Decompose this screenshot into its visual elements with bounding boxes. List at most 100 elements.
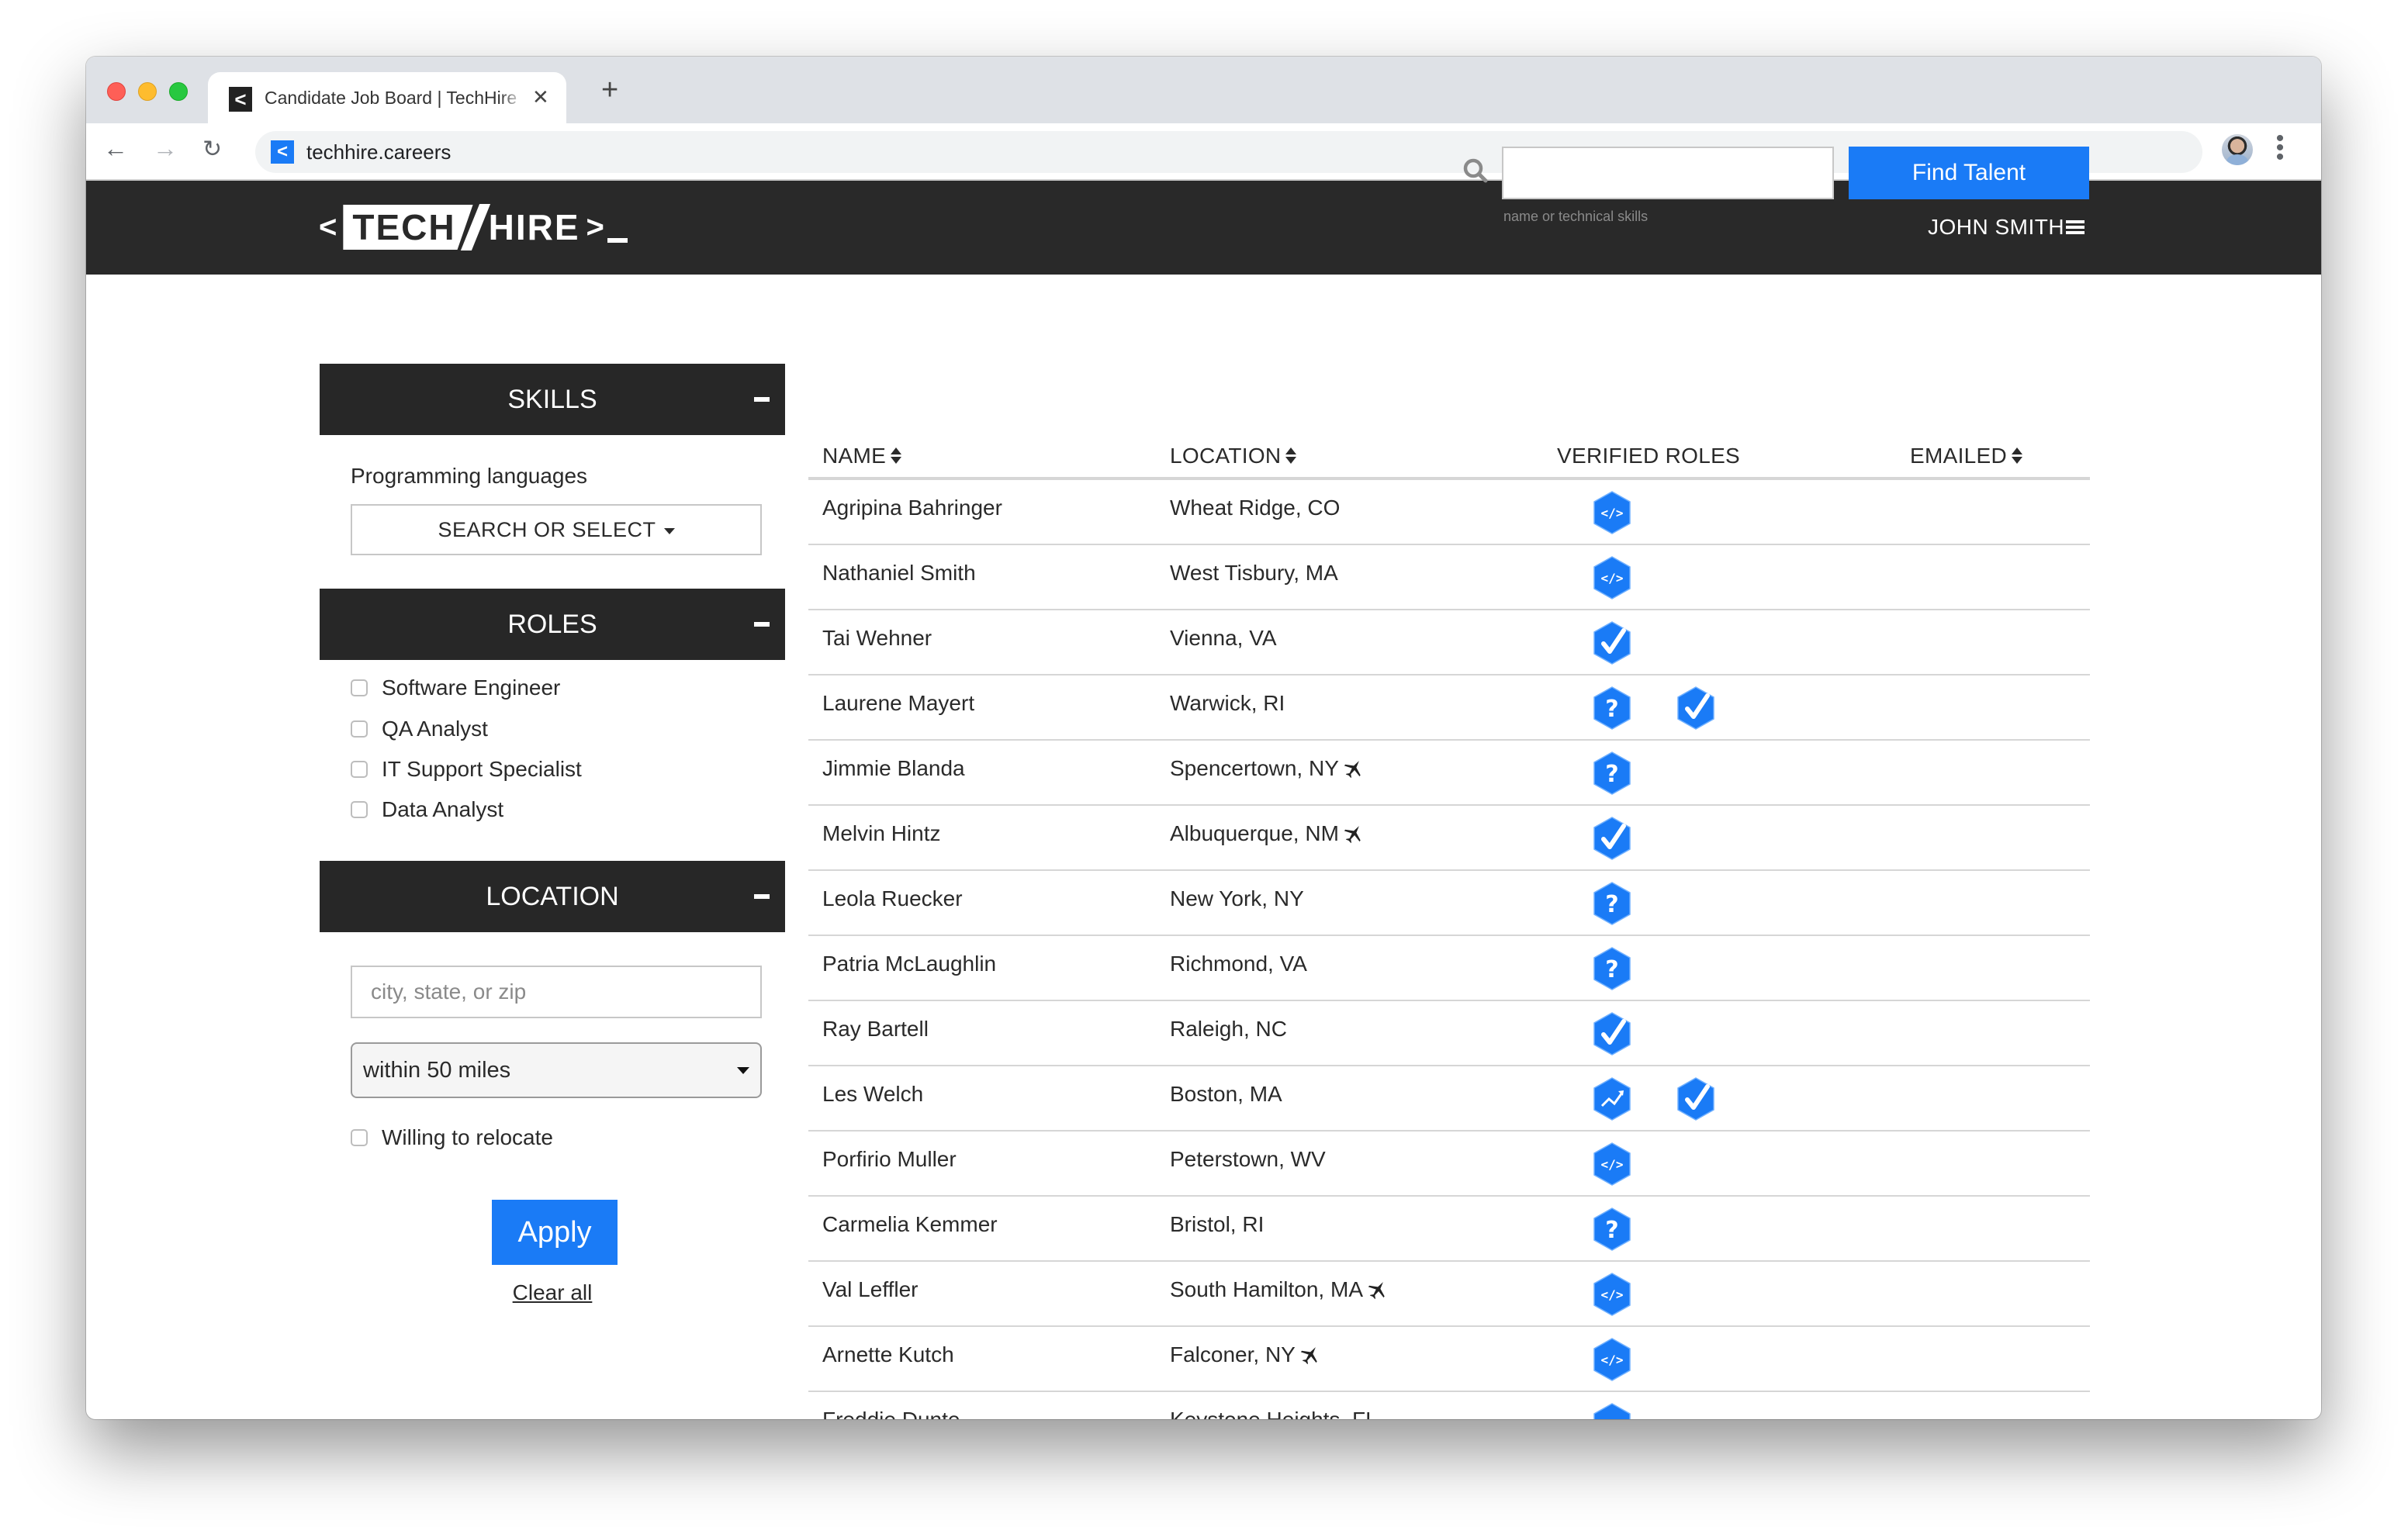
candidate-name[interactable]: Tai Wehner xyxy=(822,626,932,651)
minimize-window-button[interactable] xyxy=(138,82,157,101)
browser-menu-icon[interactable]: • • • xyxy=(2272,127,2288,169)
analytics-role-badge-icon[interactable] xyxy=(1593,1077,1631,1121)
unknown-role-badge-icon[interactable]: ? xyxy=(1593,686,1631,730)
verified-roles: </> xyxy=(1593,1403,1676,1419)
location-section-header[interactable]: LOCATION xyxy=(320,861,785,932)
candidate-row[interactable]: Arnette Kutch Falconer, NY </> xyxy=(808,1327,2090,1392)
candidate-name[interactable]: Melvin Hintz xyxy=(822,821,940,846)
candidate-name[interactable]: Carmelia Kemmer xyxy=(822,1212,998,1237)
logo-right-bracket: > xyxy=(586,209,604,244)
verified-check-badge-icon[interactable] xyxy=(1593,621,1631,665)
verified-check-badge-icon[interactable] xyxy=(1593,817,1631,860)
unknown-role-badge-icon[interactable]: ? xyxy=(1593,947,1631,990)
close-tab-icon[interactable]: ✕ xyxy=(532,85,549,109)
verified-check-badge-icon[interactable] xyxy=(1676,686,1715,730)
sort-icon[interactable] xyxy=(2012,447,2023,465)
talent-search-input[interactable] xyxy=(1502,147,1834,199)
candidate-row[interactable]: Leola Ruecker New York, NY? xyxy=(808,871,2090,936)
candidate-row[interactable]: Freddie Dunte Keystone Heights, FL </> xyxy=(808,1392,2090,1419)
candidate-name[interactable]: Val Leffler xyxy=(822,1277,918,1302)
code-role-badge-icon[interactable]: </> xyxy=(1593,491,1631,534)
candidate-name[interactable]: Arnette Kutch xyxy=(822,1342,954,1367)
find-talent-button[interactable]: Find Talent xyxy=(1849,147,2089,199)
apply-button[interactable]: Apply xyxy=(492,1200,618,1265)
role-checkbox-software-engineer[interactable]: Software Engineer xyxy=(351,672,560,703)
role-checkbox-data-analyst[interactable]: Data Analyst xyxy=(351,794,503,825)
candidate-location: Boston, MA xyxy=(1170,1082,1282,1107)
code-role-badge-icon[interactable]: </> xyxy=(1593,1142,1631,1186)
candidate-name[interactable]: Nathaniel Smith xyxy=(822,561,976,586)
user-menu[interactable]: JOHN SMITH xyxy=(1928,215,2085,240)
browser-tab-active[interactable]: < Candidate Job Board | TechHire ✕ xyxy=(208,72,566,125)
willing-to-relocate-checkbox[interactable]: Willing to relocate xyxy=(351,1122,553,1153)
unknown-role-badge-icon[interactable]: ? xyxy=(1593,1208,1631,1251)
new-tab-button[interactable]: + xyxy=(601,74,618,107)
code-role-badge-icon[interactable]: </> xyxy=(1593,556,1631,599)
code-role-badge-icon[interactable]: </> xyxy=(1593,1273,1631,1316)
column-header-name[interactable]: NAME xyxy=(822,444,902,468)
collapse-minus-icon[interactable] xyxy=(754,622,770,627)
location-input[interactable] xyxy=(351,966,762,1018)
candidate-row[interactable]: Val Leffler South Hamilton, MA </> xyxy=(808,1262,2090,1327)
checkbox[interactable] xyxy=(351,720,368,738)
code-role-badge-icon[interactable]: </> xyxy=(1593,1403,1631,1419)
candidate-name[interactable]: Laurene Mayert xyxy=(822,691,974,716)
svg-text:?: ? xyxy=(1605,956,1618,983)
reload-icon[interactable]: ↻ xyxy=(202,136,222,163)
candidate-name[interactable]: Ray Bartell xyxy=(822,1017,929,1042)
candidate-row[interactable]: Les Welch Boston, MA xyxy=(808,1066,2090,1131)
role-checkbox-it-support-specialist[interactable]: IT Support Specialist xyxy=(351,754,582,785)
candidate-row[interactable]: Ray Bartell Raleigh, NC xyxy=(808,1001,2090,1066)
roles-section-header[interactable]: ROLES xyxy=(320,589,785,660)
code-role-badge-icon[interactable]: </> xyxy=(1593,1338,1631,1381)
candidate-row[interactable]: Nathaniel Smith West Tisbury, MA </> xyxy=(808,545,2090,610)
sort-icon[interactable] xyxy=(891,447,902,465)
candidate-row[interactable]: Melvin Hintz Albuquerque, NM xyxy=(808,806,2090,871)
location-text: Raleigh, NC xyxy=(1170,1017,1287,1041)
checkbox[interactable] xyxy=(351,679,368,696)
user-name: JOHN SMITH xyxy=(1928,215,2065,239)
willing-to-relocate-plane-icon xyxy=(1368,1280,1388,1300)
candidate-row[interactable]: Agripina Bahringer Wheat Ridge, CO </> xyxy=(808,480,2090,545)
candidate-name[interactable]: Patria McLaughlin xyxy=(822,952,996,976)
candidate-row[interactable]: Jimmie Blanda Spencertown, NY? xyxy=(808,741,2090,806)
clear-all-link[interactable]: Clear all xyxy=(320,1280,785,1305)
candidate-row[interactable]: Porfirio Muller Peterstown, WV </> xyxy=(808,1131,2090,1197)
candidate-name[interactable]: Leola Ruecker xyxy=(822,886,963,911)
column-header-emailed[interactable]: EMAILED xyxy=(1910,444,2023,468)
sort-icon[interactable] xyxy=(1285,447,1297,465)
unknown-role-badge-icon[interactable]: ? xyxy=(1593,882,1631,925)
collapse-minus-icon[interactable] xyxy=(754,397,770,402)
role-checkbox-qa-analyst[interactable]: QA Analyst xyxy=(351,713,488,745)
checkbox[interactable] xyxy=(351,761,368,778)
candidate-row[interactable]: Tai Wehner Vienna, VA xyxy=(808,610,2090,675)
candidate-row[interactable]: Carmelia Kemmer Bristol, RI? xyxy=(808,1197,2090,1262)
candidate-row[interactable]: Laurene Mayert Warwick, RI? xyxy=(808,675,2090,741)
column-header-location[interactable]: LOCATION xyxy=(1170,444,1297,468)
table-body: Agripina Bahringer Wheat Ridge, CO </> Nath… xyxy=(808,480,2090,1419)
candidate-name[interactable]: Porfirio Muller xyxy=(822,1147,957,1172)
back-arrow-icon[interactable]: ← xyxy=(103,134,128,163)
programming-languages-select[interactable]: SEARCH OR SELECT xyxy=(351,504,762,555)
unknown-role-badge-icon[interactable]: ? xyxy=(1593,751,1631,795)
techhire-logo[interactable]: < TECH HIRE > xyxy=(319,204,628,250)
candidate-location: Warwick, RI xyxy=(1170,691,1285,716)
forward-arrow-icon[interactable]: → xyxy=(153,134,178,163)
candidate-name[interactable]: Agripina Bahringer xyxy=(822,496,1002,520)
candidate-location: Falconer, NY xyxy=(1170,1342,1320,1367)
checkbox[interactable] xyxy=(351,801,368,818)
close-window-button[interactable] xyxy=(107,82,126,101)
skills-section-header[interactable]: SKILLS xyxy=(320,364,785,435)
profile-avatar[interactable] xyxy=(2222,134,2253,165)
location-text: Albuquerque, NM xyxy=(1170,821,1339,845)
radius-select[interactable]: within 50 miles xyxy=(351,1042,762,1098)
candidate-name[interactable]: Jimmie Blanda xyxy=(822,756,965,781)
candidate-name[interactable]: Les Welch xyxy=(822,1082,923,1107)
verified-check-badge-icon[interactable] xyxy=(1593,1012,1631,1055)
checkbox[interactable] xyxy=(351,1129,368,1146)
verified-check-badge-icon[interactable] xyxy=(1676,1077,1715,1121)
collapse-minus-icon[interactable] xyxy=(754,894,770,899)
candidate-name[interactable]: Freddie Dunte xyxy=(822,1408,960,1419)
candidate-row[interactable]: Patria McLaughlin Richmond, VA? xyxy=(808,936,2090,1001)
maximize-window-button[interactable] xyxy=(169,82,188,101)
